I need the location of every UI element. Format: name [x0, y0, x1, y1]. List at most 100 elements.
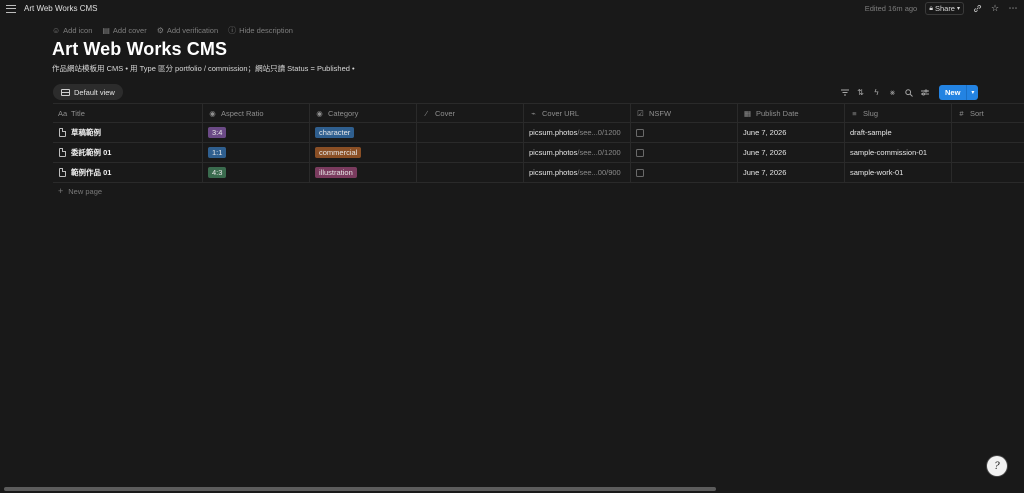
url-host: picsum.photos [529, 128, 578, 137]
publish-date: June 7, 2026 [743, 168, 787, 177]
slug-value: sample-work-01 [850, 168, 904, 177]
slug-cell[interactable]: sample-commission-01 [845, 143, 952, 162]
nsfw-checkbox[interactable] [636, 128, 644, 137]
star-icon[interactable]: ☆ [990, 3, 1000, 14]
table-row[interactable]: 委託範例 01 1:1 commercial picsum.photos/see… [53, 143, 1024, 163]
search-icon[interactable] [904, 87, 913, 99]
title-cell[interactable]: 委託範例 01 [53, 143, 203, 162]
settings-sliders-icon[interactable] [920, 87, 929, 99]
category-cell[interactable]: commercial [310, 143, 417, 162]
publish-date-cell[interactable]: June 7, 2026 [738, 163, 845, 182]
hide-description-button[interactable]: ⓘ Hide description [228, 25, 293, 36]
sort-icon[interactable]: ⇅ [856, 87, 865, 99]
row-title[interactable]: 委託範例 01 [71, 147, 111, 158]
sort-cell[interactable] [952, 163, 1024, 182]
publish-date: June 7, 2026 [743, 128, 787, 137]
column-header-cover[interactable]: ∕ Cover [417, 104, 524, 122]
new-page-button[interactable]: + New page [58, 186, 102, 196]
column-label: Sort [970, 108, 984, 118]
aspect-ratio-cell[interactable]: 1:1 [203, 143, 310, 162]
menu-icon[interactable] [6, 4, 16, 14]
hide-description-label: Hide description [239, 26, 293, 35]
text-lines-icon: ≡ [852, 108, 857, 118]
row-title[interactable]: 草稿範例 [71, 127, 101, 138]
top-bar-actions: Edited 16m ago 🔒︎ Share ▾ ☆ ⋯ [865, 2, 1018, 15]
share-button[interactable]: 🔒︎ Share ▾ [925, 2, 964, 15]
category-cell[interactable]: character [310, 123, 417, 142]
slug-cell[interactable]: sample-work-01 [845, 163, 952, 182]
column-label: NSFW [649, 108, 672, 118]
column-header-sort[interactable]: # Sort [952, 104, 1024, 122]
column-header-cover-url[interactable]: ⌁ Cover URL [524, 104, 631, 122]
calendar-icon: ▦ [743, 108, 752, 118]
notion-ai-icon: ? [994, 460, 1000, 472]
column-header-publish-date[interactable]: ▦ Publish Date [738, 104, 845, 122]
table-row[interactable]: 草稿範例 3:4 character picsum.photos/see...0… [53, 123, 1024, 143]
automation-icon[interactable]: ϟ [872, 87, 881, 99]
add-cover-button[interactable]: ▤ Add cover [102, 25, 146, 36]
cover-url-cell[interactable]: picsum.photos/see...00/900 [524, 163, 631, 182]
aspect-ratio-cell[interactable]: 3:4 [203, 123, 310, 142]
aspect-ratio-tag: 1:1 [208, 147, 227, 158]
column-header-aspect-ratio[interactable]: ◉ Aspect Ratio [203, 104, 310, 122]
number-type-icon: # [959, 108, 964, 118]
new-button-label: New [945, 88, 961, 97]
add-icon-button[interactable]: ☺ Add icon [52, 25, 92, 36]
database-table: Aa Title ◉ Aspect Ratio ◉ Category ∕ Cov… [53, 103, 1024, 183]
category-cell[interactable]: illustration [310, 163, 417, 182]
column-header-slug[interactable]: ≡ Slug [845, 104, 952, 122]
category-tag: illustration [315, 167, 357, 178]
publish-date-cell[interactable]: June 7, 2026 [738, 123, 845, 142]
sort-cell[interactable] [952, 143, 1024, 162]
checkbox-type-icon: ☑ [637, 108, 644, 118]
link-icon[interactable] [972, 4, 982, 14]
plus-icon: + [58, 186, 64, 196]
column-header-title[interactable]: Aa Title [53, 104, 203, 122]
table-row[interactable]: 範例作品 01 4:3 illustration picsum.photos/s… [53, 163, 1024, 183]
cover-url-cell[interactable]: picsum.photos/see...0/1200 [524, 143, 631, 162]
verified-icon: ⚙ [156, 26, 164, 35]
page-description[interactable]: 作品網站模板用 CMS • 用 Type 區分 portfolio / comm… [52, 63, 355, 74]
ai-autofill-icon[interactable]: ⨳ [888, 87, 897, 99]
cover-cell[interactable] [417, 123, 524, 142]
link-icon: ⌁ [531, 108, 536, 118]
breadcrumb-title[interactable]: Art Web Works CMS [24, 4, 98, 13]
new-button[interactable]: New ▾ [939, 85, 979, 100]
row-title[interactable]: 範例作品 01 [71, 167, 111, 178]
filter-icon[interactable] [840, 87, 849, 99]
more-icon[interactable]: ⋯ [1008, 3, 1018, 14]
table-header: Aa Title ◉ Aspect Ratio ◉ Category ∕ Cov… [53, 103, 1024, 123]
title-cell[interactable]: 草稿範例 [53, 123, 203, 142]
nsfw-checkbox[interactable] [636, 148, 644, 157]
sort-cell[interactable] [952, 123, 1024, 142]
title-cell[interactable]: 範例作品 01 [53, 163, 203, 182]
chevron-down-icon[interactable]: ▾ [966, 85, 978, 100]
top-bar: Art Web Works CMS Edited 16m ago 🔒︎ Shar… [0, 0, 1024, 17]
nsfw-checkbox[interactable] [636, 168, 644, 177]
lock-icon: 🔒︎ [929, 4, 933, 12]
slug-value: sample-commission-01 [850, 148, 928, 157]
cover-cell[interactable] [417, 143, 524, 162]
column-label: Aspect Ratio [221, 108, 264, 118]
nsfw-cell [631, 123, 738, 142]
column-header-nsfw[interactable]: ☑ NSFW [631, 104, 738, 122]
column-header-category[interactable]: ◉ Category [310, 104, 417, 122]
aspect-ratio-cell[interactable]: 4:3 [203, 163, 310, 182]
cover-url-cell[interactable]: picsum.photos/see...0/1200 [524, 123, 631, 142]
add-verification-button[interactable]: ⚙ Add verification [157, 25, 218, 36]
aspect-ratio-tag: 4:3 [208, 167, 227, 178]
edited-timestamp: Edited 16m ago [864, 4, 918, 13]
cover-cell[interactable] [417, 163, 524, 182]
page-title[interactable]: Art Web Works CMS [52, 39, 227, 60]
tab-label: Default view [74, 87, 115, 97]
category-tag: character [315, 127, 355, 138]
help-button[interactable]: ? [987, 456, 1007, 476]
image-icon: ▤ [102, 26, 110, 35]
url-path: /see...00/900 [577, 168, 621, 177]
url-path: /see...0/1200 [577, 128, 621, 137]
page-icon [59, 148, 66, 157]
tab-default-view[interactable]: Default view [53, 84, 123, 100]
slug-cell[interactable]: draft-sample [845, 123, 952, 142]
horizontal-scrollbar[interactable] [4, 487, 716, 491]
publish-date-cell[interactable]: June 7, 2026 [738, 143, 845, 162]
